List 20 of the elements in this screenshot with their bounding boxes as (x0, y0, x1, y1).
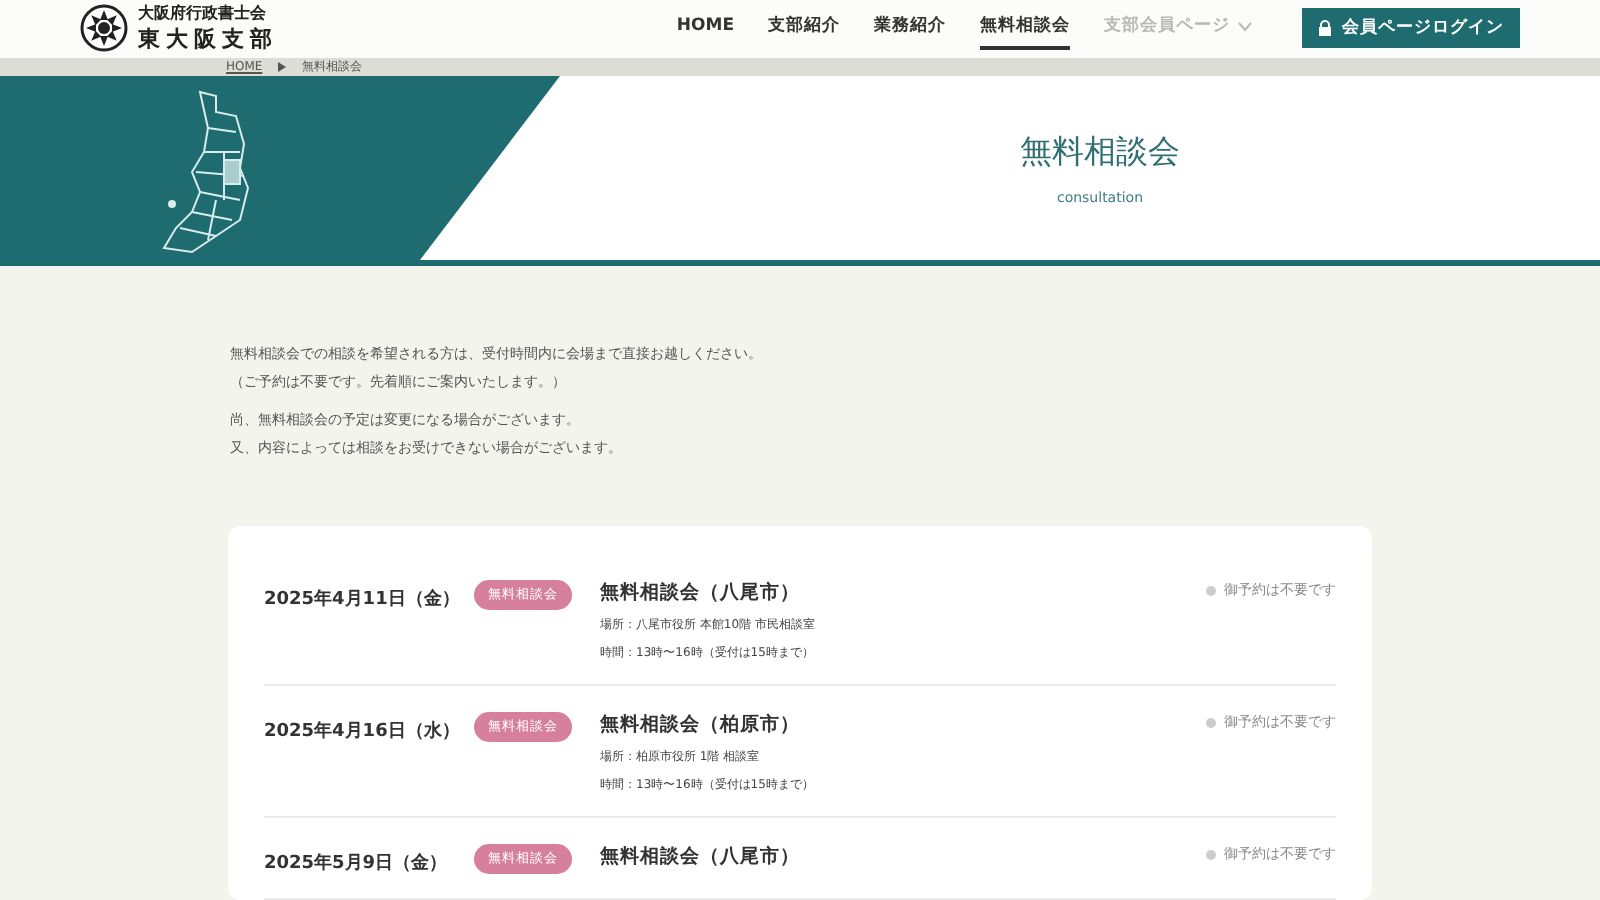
event-date: 2025年4月16日（水） (264, 718, 462, 744)
login-button[interactable]: 会員ページログイン (1302, 8, 1520, 49)
bullet-icon (1206, 717, 1216, 727)
logo-title: 東大阪支部 (138, 24, 278, 55)
lock-icon (1318, 20, 1332, 37)
event-title: 無料相談会（柏原市） (600, 712, 802, 738)
nav-link[interactable]: 業務紹介 (874, 6, 946, 51)
page-title: 無料相談会 (1020, 131, 1180, 173)
logo-subtitle: 大阪府行政書士会 (138, 2, 268, 25)
nav-link[interactable]: 支部紹介 (768, 6, 840, 51)
event-title: 無料相談会（八尾市） (600, 580, 802, 606)
event-date: 2025年4月11日（金） (264, 587, 462, 612)
nav-link[interactable]: HOME (676, 8, 734, 49)
bullet-icon (1206, 585, 1216, 595)
event-title: 無料相談会（八尾市） (600, 844, 802, 870)
caret-right-icon (278, 61, 287, 72)
chevron-down-icon (1238, 21, 1252, 32)
nav-link[interactable]: 無料相談会 (980, 6, 1070, 51)
event-date: 2025年5月9日（金） (264, 851, 450, 876)
bullet-icon (1206, 849, 1216, 859)
